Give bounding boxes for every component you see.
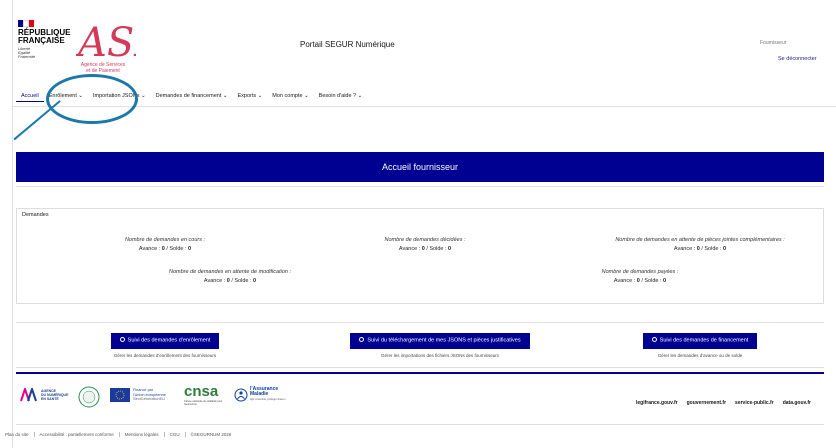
ans-mark-icon (20, 388, 37, 402)
stat-label: Nombre de demandes en attente de modific… (169, 269, 291, 275)
footer-links: legifrance.gouv.fr gouvernement.fr servi… (636, 400, 811, 406)
demandes-title: Demandes (22, 212, 49, 218)
button-label: Suivi des demandes de financement (659, 337, 749, 344)
ans-line3: EN SANTÉ (41, 397, 59, 401)
annotation-circle (46, 74, 138, 124)
user-role: Fournisseur (760, 40, 787, 46)
banner-divider (16, 186, 824, 187)
link-legifrance[interactable]: legifrance.gouv.fr (636, 400, 678, 406)
footer-divider (16, 372, 824, 374)
stat-value: Avance : 0 / Solde : 0 (398, 246, 452, 252)
link-data-gouv[interactable]: data.gouv.fr (783, 400, 811, 406)
stat-label: Nombre de demandes décidées : (384, 237, 466, 243)
stat-attente-modification: Nombre de demandes en attente de modific… (140, 268, 320, 286)
action-description: Gérer les demandes d'enrôlement des four… (113, 352, 217, 358)
assurance-maladie-logo[interactable]: l'Assurance Maladie Agir ensemble, proté… (234, 387, 285, 402)
button-label: Suivi des demandes d'enrôlement (127, 337, 211, 344)
cnsa-name: cnsa (184, 383, 219, 400)
stat-value: Avance : 0 / Solde : 0 (613, 278, 667, 284)
button-label: Suivi du téléchargement de mes JSONS et … (367, 337, 521, 344)
am-sub: Agir ensemble, protéger chacun (250, 398, 286, 401)
cnsa-logo[interactable]: cnsa Caisse nationale de solidarité pour… (184, 383, 230, 407)
link-accessibilite[interactable]: Accessibilité : partiellement conforme (35, 432, 120, 437)
demandes-panel (16, 208, 824, 304)
link-mentions-legales[interactable]: Mentions légales (120, 432, 165, 437)
link-service-public[interactable]: service-public.fr (735, 400, 774, 406)
link-gouvernement[interactable]: gouvernement.fr (687, 400, 726, 406)
nav-item-accueil[interactable]: Accueil (16, 93, 44, 102)
action-description: Gérer les importations des fichiers JSON… (380, 352, 500, 358)
stat-label: Nombre de demandes en cours : (124, 237, 206, 243)
action-telechargement: Suivi du téléchargement de mes JSONS et … (320, 333, 560, 358)
footer-bottom-links: Plan du site Accessibilité : partielleme… (0, 432, 236, 437)
asp-caption-line2: et de Paiement (86, 68, 120, 74)
suivi-telechargement-button[interactable]: Suivi du téléchargement de mes JSONS et … (350, 333, 530, 349)
republique-francaise-logo[interactable]: RÉPUBLIQUE FRANÇAISE Liberté Égalité Fra… (18, 20, 70, 59)
eu-logo[interactable]: Financé par l'Union européenne NextGener… (110, 388, 166, 402)
clock-icon (119, 337, 125, 342)
stat-value: Avance : 0 / Solde : 0 (203, 278, 257, 284)
logout-link[interactable]: Se déconnecter (778, 56, 817, 62)
cnsa-sub: Caisse nationale de solidarité pour l'au… (184, 400, 223, 406)
gov-title-line2: FRANÇAISE (18, 36, 65, 45)
stat-payees: Nombre de demandes payées : Avance : 0 /… (575, 268, 705, 286)
nav-item-besoin-aide[interactable]: Besoin d'aide ? ⌄ (314, 93, 368, 102)
nav-item-mon-compte[interactable]: Mon compte ⌄ (267, 93, 313, 102)
gov-motto: Liberté Égalité Fraternité (18, 46, 36, 59)
nav-item-exports[interactable]: Exports ⌄ (232, 93, 267, 102)
clock-icon (651, 337, 657, 342)
link-plan-du-site[interactable]: Plan du site (0, 432, 35, 437)
stat-label: Nombre de demandes en attente de pièces … (615, 237, 785, 243)
people-icon (234, 388, 248, 401)
label-circle-logo (78, 386, 100, 408)
action-enrolement: Suivi des demandes d'enrôlement Gérer le… (80, 333, 250, 358)
suivi-enrolement-button[interactable]: Suivi des demandes d'enrôlement (110, 333, 220, 349)
stat-en-cours: Nombre de demandes en cours : Avance : 0… (90, 236, 240, 254)
eu-line3: NextGenerationEU (133, 397, 165, 402)
suivi-financement-button[interactable]: Suivi des demandes de financement (642, 333, 758, 349)
nav-item-demandes-financement[interactable]: Demandes de financement ⌄ (151, 93, 233, 102)
copyright: ©SEGURNUM 2026 (190, 432, 232, 437)
stat-value: Avance : 0 / Solde : 0 (138, 246, 192, 252)
stat-attente-pieces: Nombre de demandes en attente de pièces … (580, 236, 820, 254)
eu-flag-icon (110, 388, 130, 402)
asp-logo-text: ASP (76, 20, 136, 66)
stat-label: Nombre de demandes payées : (601, 269, 679, 275)
link-cgu[interactable]: CGU (165, 432, 186, 437)
action-description: Gérer les demandes d'avance ou de solde (657, 352, 743, 358)
asp-caption: Agence de Services et de Paiement (72, 62, 134, 74)
ans-logo[interactable]: AGENCE DU NUMÉRIQUE EN SANTÉ (20, 388, 68, 402)
portal-title: Portail SEGUR Numérique (300, 40, 395, 49)
action-financement: Suivi des demandes de financement Gérer … (620, 333, 780, 358)
page-banner: Accueil fournisseur (16, 152, 824, 182)
clock-icon (359, 337, 365, 342)
flag-icon (18, 20, 35, 27)
stat-value: Avance : 0 / Solde : 0 (673, 246, 727, 252)
footer-bottom-divider (16, 424, 824, 425)
stat-decidees: Nombre de demandes décidées : Avance : 0… (355, 236, 495, 254)
